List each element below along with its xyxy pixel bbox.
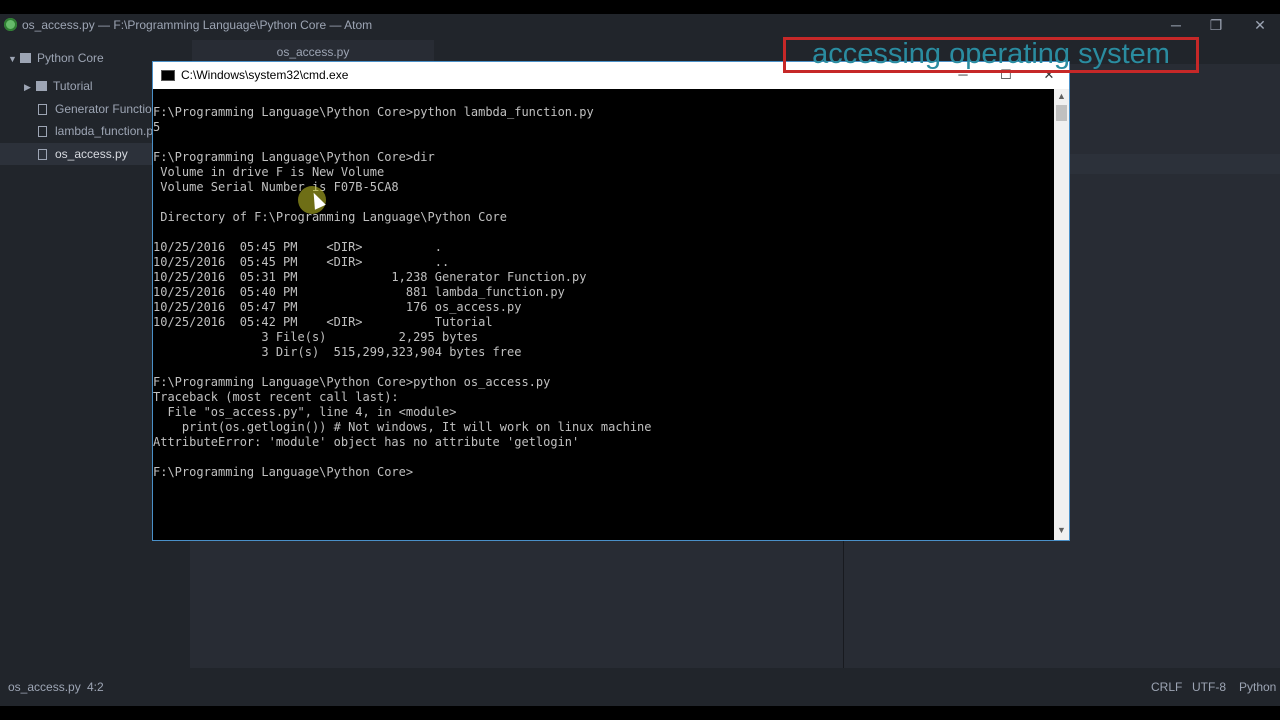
- console-output[interactable]: F:\Programming Language\Python Core>pyth…: [153, 89, 1053, 540]
- status-bar: os_access.py 4:2 CRLF UTF-8 Python: [0, 668, 1280, 706]
- cmd-title: C:\Windows\system32\cmd.exe: [181, 68, 349, 82]
- cmd-icon: [161, 70, 175, 81]
- tree-root-label: Python Core: [37, 51, 104, 65]
- folder-icon: [20, 53, 31, 63]
- status-cursor-position[interactable]: 4:2: [87, 680, 104, 694]
- atom-titlebar[interactable]: os_access.py — F:\Programming Language\P…: [0, 14, 1280, 36]
- file-icon: [38, 149, 47, 160]
- tree-item-label: Tutorial: [53, 79, 93, 93]
- console-scrollbar[interactable]: ▲ ▼: [1054, 89, 1069, 540]
- caption-overlay: accessing operating system: [783, 37, 1199, 73]
- close-button[interactable]: ✕: [1240, 16, 1280, 34]
- console-line: 10/25/2016 05:31 PM 1,238 Generator Func…: [153, 270, 587, 284]
- restore-button[interactable]: ❐: [1196, 16, 1236, 34]
- cmd-window[interactable]: C:\Windows\system32\cmd.exe ─ ☐ ✕ F:\Pro…: [152, 61, 1070, 541]
- console-line: 10/25/2016 05:45 PM <DIR> .: [153, 240, 442, 254]
- console-line: Volume Serial Number is F07B-5CA8: [153, 180, 399, 194]
- console-line: F:\Programming Language\Python Core>dir: [153, 150, 435, 164]
- console-line: 10/25/2016 05:47 PM 176 os_access.py: [153, 300, 522, 314]
- minimize-button[interactable]: ─: [1156, 16, 1196, 34]
- console-line: 3 Dir(s) 515,299,323,904 bytes free: [153, 345, 522, 359]
- chevron-down-icon: ▼: [8, 54, 17, 64]
- letterbox-bottom: [0, 706, 1280, 720]
- status-encoding[interactable]: UTF-8: [1192, 680, 1226, 694]
- caption-text: accessing operating system: [812, 38, 1170, 70]
- atom-app-icon: [4, 18, 17, 31]
- console-line: F:\Programming Language\Python Core>pyth…: [153, 375, 551, 389]
- console-line: Directory of F:\Programming Language\Pyt…: [153, 210, 508, 224]
- console-line: 5: [153, 120, 161, 134]
- console-line: Volume in drive F is New Volume: [153, 165, 385, 179]
- status-file-name[interactable]: os_access.py: [8, 680, 81, 694]
- console-line: F:\Programming Language\Python Core>pyth…: [153, 105, 594, 119]
- scroll-thumb[interactable]: [1056, 105, 1067, 121]
- tree-item-label: os_access.py: [55, 147, 128, 161]
- console-line: F:\Programming Language\Python Core>: [153, 465, 414, 479]
- console-line: 3 File(s) 2,295 bytes: [153, 330, 479, 344]
- window-title: os_access.py — F:\Programming Language\P…: [22, 18, 373, 32]
- console-line: 10/25/2016 05:40 PM 881 lambda_function.…: [153, 285, 565, 299]
- file-icon: [38, 126, 47, 137]
- chevron-right-icon: ▶: [24, 82, 31, 92]
- folder-icon: [36, 81, 47, 91]
- scroll-up-icon[interactable]: ▲: [1057, 91, 1066, 101]
- letterbox-top: [0, 0, 1280, 14]
- status-line-ending[interactable]: CRLF: [1151, 680, 1182, 694]
- tree-item-label: lambda_function.py: [55, 124, 160, 138]
- scroll-down-icon[interactable]: ▼: [1057, 525, 1066, 535]
- console-line: File "os_access.py", line 4, in <module>: [153, 405, 457, 419]
- console-line: AttributeError: 'module' object has no a…: [153, 435, 580, 449]
- status-grammar[interactable]: Python: [1239, 680, 1276, 694]
- console-line: 10/25/2016 05:42 PM <DIR> Tutorial: [153, 315, 493, 329]
- console-line: Traceback (most recent call last):: [153, 390, 399, 404]
- console-line: 10/25/2016 05:45 PM <DIR> ..: [153, 255, 450, 269]
- console-line: print(os.getlogin()) # Not windows, It w…: [153, 420, 652, 434]
- file-icon: [38, 104, 47, 115]
